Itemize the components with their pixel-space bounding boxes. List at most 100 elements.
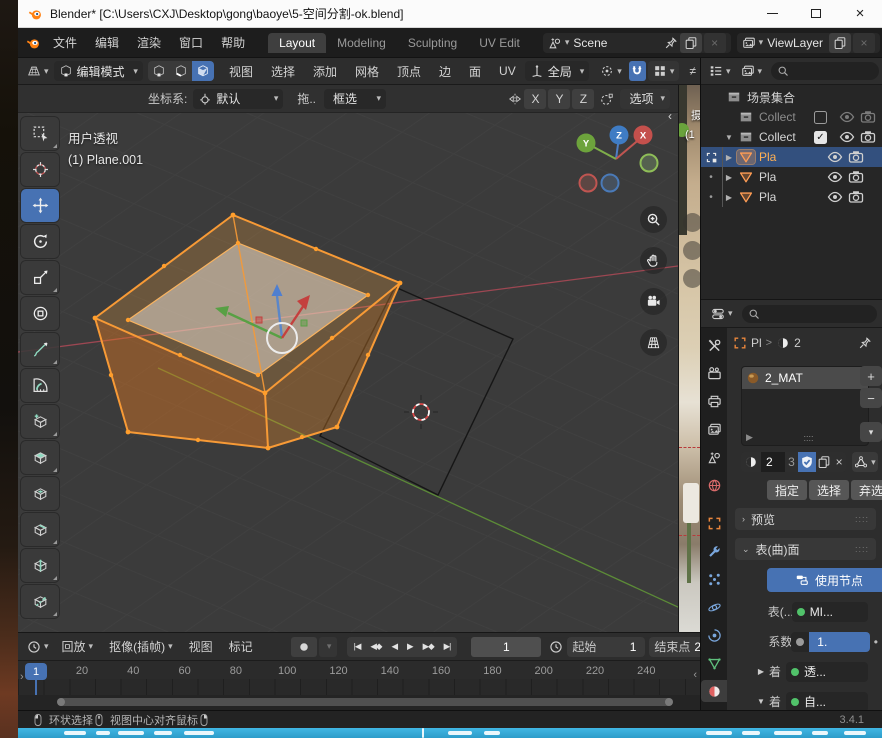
z-neg-ball[interactable] (602, 175, 619, 192)
select-box-tool[interactable] (21, 117, 59, 150)
collection-checkbox[interactable]: ✓ (814, 131, 827, 144)
menu-item[interactable]: 边 (430, 63, 460, 80)
playhead[interactable]: 1 (25, 663, 47, 680)
falloff-icon[interactable] (600, 92, 614, 106)
grip-handle[interactable]: :::: (855, 514, 869, 524)
unlink-material-button[interactable]: × (833, 452, 846, 472)
annotate-tool[interactable] (21, 333, 59, 366)
orientation-dropdown[interactable]: 全局▾ (525, 61, 590, 81)
mirror-axis-toggle[interactable]: Z (572, 89, 594, 109)
tab-particles[interactable] (701, 568, 727, 590)
rotate-tool[interactable] (21, 225, 59, 258)
transport-button[interactable]: ◀◆ (365, 641, 386, 652)
mode-dropdown[interactable]: 编辑模式▾ (54, 61, 143, 81)
outliner-row[interactable]: ▼ Collect ✓ (701, 127, 882, 147)
factor-field[interactable]: 1. (791, 632, 870, 652)
timeline-menu-item[interactable]: 抠像(插帧)▾ (101, 638, 181, 655)
material-users-count[interactable]: 3 (785, 452, 798, 472)
cursor-tool[interactable] (21, 153, 59, 186)
outliner-item-label[interactable]: Pla (759, 150, 776, 164)
zoom-button[interactable] (640, 206, 667, 233)
new-viewlayer-button[interactable] (829, 33, 851, 53)
workspace-tab[interactable]: UV Edit (468, 33, 531, 53)
knife-tool[interactable] (21, 585, 59, 618)
material-slot-selected[interactable]: 2_MAT (742, 367, 868, 389)
grip-handle[interactable]: :::: (753, 433, 864, 443)
outliner-item-label[interactable]: Collect (759, 130, 796, 144)
projection-toggle-button[interactable] (640, 329, 667, 356)
x-axis-ball[interactable]: X (640, 131, 647, 142)
tab-scene[interactable] (701, 446, 727, 468)
menu-item[interactable]: UV (490, 64, 525, 78)
material-action-button[interactable]: 选择 (809, 480, 849, 500)
panel-preview[interactable]: › 预览 :::: (735, 508, 876, 530)
pan-button[interactable] (640, 247, 667, 274)
scene-name[interactable]: Scene (573, 36, 659, 50)
menu-item[interactable]: 帮助 (212, 34, 254, 51)
material-action-button[interactable]: 弃选 (851, 480, 882, 500)
menu-item[interactable]: 选择 (262, 63, 304, 80)
camera-icon[interactable] (860, 129, 876, 145)
pin-icon[interactable] (858, 336, 872, 350)
viewlayer-name[interactable]: ViewLayer (767, 36, 823, 50)
tab-render[interactable] (701, 362, 727, 384)
measure-tool[interactable] (21, 369, 59, 402)
panel-surface[interactable]: ⌄ 表(曲)面 :::: (735, 538, 876, 560)
decorator-dot[interactable]: • (874, 635, 878, 649)
material-name-field[interactable]: 2 (761, 452, 785, 472)
frame-start-field[interactable]: 起始 1 (567, 637, 645, 657)
tab-physics[interactable] (701, 596, 727, 618)
close-button[interactable]: × (838, 0, 882, 27)
y-axis-ball[interactable]: Y (583, 139, 590, 150)
tab-object-data[interactable] (701, 652, 727, 674)
menu-item[interactable]: 视图 (220, 63, 262, 80)
tab-modifiers[interactable] (701, 540, 727, 562)
outliner-item-label[interactable]: 场景集合 (747, 89, 795, 106)
snap-settings-dropdown[interactable]: ▾ (648, 61, 680, 81)
eye-icon[interactable] (827, 169, 843, 185)
bevel-tool[interactable] (21, 513, 59, 546)
blender-menu-icon[interactable] (26, 36, 40, 50)
expand-icon[interactable]: ▶ (721, 153, 737, 162)
timeline-scrollbar[interactable] (58, 698, 672, 706)
transport-button[interactable]: ◀ (386, 641, 402, 652)
inset-faces-tool[interactable] (21, 477, 59, 510)
collapse-arrow[interactable]: ‹ (693, 669, 697, 681)
record-button[interactable] (291, 637, 317, 657)
x-neg-ball[interactable] (580, 175, 597, 192)
camera-icon[interactable] (848, 149, 864, 165)
transform-tool[interactable] (21, 297, 59, 330)
camera-view-button[interactable] (640, 288, 667, 315)
camera-strip-viewport[interactable]: 摄 (1 (678, 85, 700, 632)
loop-cut-tool[interactable] (21, 549, 59, 582)
material-action-button[interactable]: 指定 (767, 480, 807, 500)
shader-dropdown[interactable]: 自... (786, 692, 868, 711)
outliner-item-label[interactable]: Collect (759, 110, 796, 124)
strip-camera-button[interactable] (683, 269, 700, 288)
expand-icon[interactable]: ▶ (721, 173, 737, 182)
mirror-axis-toggle[interactable]: X (524, 89, 546, 109)
expand-icon[interactable]: ▼ (721, 133, 737, 142)
camera-icon[interactable] (848, 189, 864, 205)
pin-icon[interactable] (664, 36, 678, 50)
drag-dropdown[interactable]: 框选▾ (324, 89, 386, 109)
properties-editor-type[interactable]: ▾ (706, 304, 738, 324)
add-cube-tool[interactable] (21, 405, 59, 438)
viewlayer-selector[interactable]: ▾ ViewLayer × (737, 33, 880, 53)
transport-button[interactable]: ▶| (439, 641, 456, 652)
outliner-display-mode[interactable]: ▾ (704, 61, 736, 81)
collection-checkbox[interactable] (814, 111, 827, 124)
tab-view-layer[interactable] (701, 418, 727, 440)
menu-item[interactable]: 面 (460, 63, 490, 80)
shader-dropdown[interactable]: MI... (792, 602, 868, 622)
eye-icon[interactable] (827, 189, 843, 205)
timeline-menu-item[interactable]: 回放▾ (54, 638, 102, 655)
outliner-row[interactable]: 场景集合 (701, 87, 882, 107)
menu-item[interactable]: 窗口 (170, 34, 212, 51)
menu-item[interactable]: 网格 (346, 63, 388, 80)
add-slot-button[interactable]: + (860, 366, 882, 386)
shader-dropdown[interactable]: 透... (786, 662, 868, 682)
frame-end-field[interactable]: 结束点 2 (649, 637, 700, 657)
tab-tool[interactable] (701, 334, 727, 356)
menu-item[interactable]: 文件 (44, 34, 86, 51)
